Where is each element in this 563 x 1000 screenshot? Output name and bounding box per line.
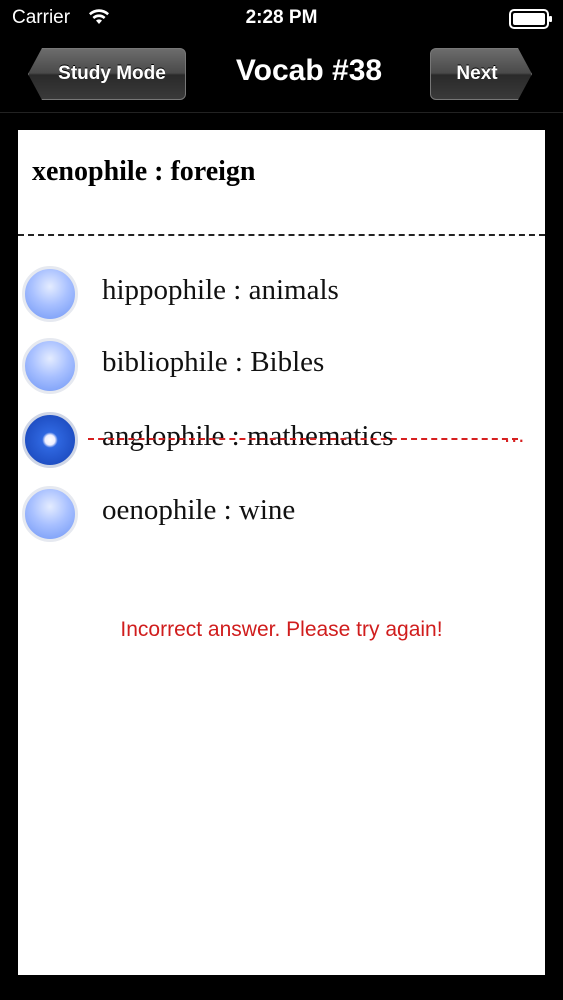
navigation-bar: Study Mode Vocab #38 Next — [0, 36, 563, 113]
option-1[interactable]: hippophile : animals — [18, 266, 545, 326]
option-2[interactable]: bibliophile : Bibles — [18, 338, 545, 398]
divider — [18, 234, 545, 236]
next-button-label: Next — [456, 63, 498, 84]
page-title: Vocab #38 — [235, 54, 383, 87]
radio-button-selected[interactable] — [22, 412, 78, 468]
battery-icon — [509, 9, 552, 29]
option-3[interactable]: anglophile : mathematics ... — [18, 412, 545, 472]
question-prompt: xenophile : foreign — [32, 156, 256, 187]
next-button[interactable]: Next — [430, 48, 532, 100]
radio-button[interactable] — [22, 486, 78, 542]
option-label: bibliophile : Bibles — [102, 346, 325, 378]
study-mode-button[interactable]: Study Mode — [28, 48, 186, 100]
study-mode-button-label: Study Mode — [58, 63, 166, 84]
incorrect-strikethrough — [88, 438, 518, 440]
option-label: oenophile : wine — [102, 494, 296, 526]
option-label: hippophile : animals — [102, 274, 339, 306]
status-time: 2:28 PM — [245, 7, 318, 28]
question-card: xenophile : foreign hippophile : animals… — [18, 130, 545, 975]
option-4[interactable]: oenophile : wine — [18, 486, 545, 546]
feedback-message: Incorrect answer. Please try again! — [120, 618, 443, 641]
incorrect-ellipsis: ... — [504, 422, 526, 447]
radio-button[interactable] — [22, 338, 78, 394]
option-label-incorrect: anglophile : mathematics — [102, 420, 394, 452]
status-bar: Carrier 2:28 PM — [0, 0, 563, 36]
radio-button[interactable] — [22, 266, 78, 322]
screen: Carrier 2:28 PM Study Mode Vocab #38 Nex… — [0, 0, 563, 1000]
